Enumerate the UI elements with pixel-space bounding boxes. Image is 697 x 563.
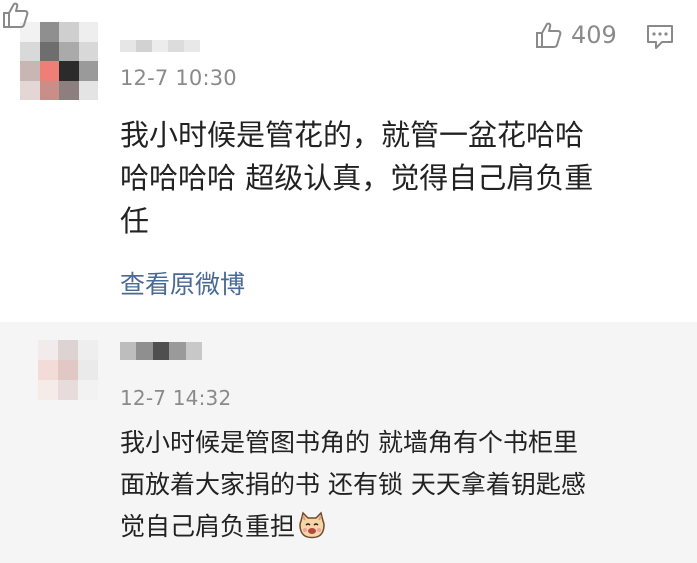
comment-text-line: 我小时候是管花的，就管一盆花哈哈	[120, 118, 585, 152]
comment-text: 我小时候是管花的，就管一盆花哈哈 哈哈哈哈 超级认真，觉得自己肩负重 任	[120, 114, 660, 243]
avatar-mosaic-tile	[38, 340, 58, 360]
username-mosaic-tile	[120, 342, 137, 360]
username-mosaic-tile	[169, 342, 186, 360]
username-mosaic-tile	[120, 40, 136, 52]
thumbs-up-icon	[536, 22, 562, 48]
username-mosaic-tile	[185, 342, 203, 360]
avatar-mosaic-tile	[39, 80, 59, 100]
username-redacted[interactable]	[120, 40, 200, 52]
username-mosaic-tile	[136, 342, 153, 360]
comment-text: 我小时候是管图书角的 就墙角有个书柜里 面放着大家捐的书 还有锁 天天拿着钥匙感…	[120, 422, 660, 548]
avatar-mosaic-tile	[78, 61, 98, 81]
avatar-mosaic-tile	[78, 41, 98, 61]
username-mosaic-tile	[168, 40, 184, 52]
avatar-mosaic-tile	[78, 380, 98, 400]
avatar-mosaic-tile	[59, 41, 79, 61]
avatar-mosaic-tile	[20, 61, 40, 81]
comment-text-line: 面放着大家捐的书 还有锁 天天拿着钥匙感	[120, 470, 586, 499]
like-button[interactable]: 409	[533, 20, 617, 50]
comment-time: 12-7 10:30	[120, 66, 237, 90]
comment-item: 12-7 14:32 我小时候是管图书角的 就墙角有个书柜里 面放着大家捐的书 …	[0, 322, 697, 563]
avatar-mosaic-tile	[38, 360, 58, 380]
comment-text-line: 我小时候是管图书角的 就墙角有个书柜里	[120, 428, 578, 457]
avatar-mosaic-tile	[20, 80, 40, 100]
avatar-mosaic-tile	[59, 22, 79, 42]
comment-text-line: 任	[120, 204, 150, 238]
avatar-mosaic-tile	[58, 380, 78, 400]
view-original-weibo-link[interactable]: 查看原微博	[120, 265, 245, 301]
avatar-mosaic-tile	[39, 22, 59, 42]
like-count: 409	[571, 21, 617, 49]
avatar-mosaic-tile	[58, 360, 78, 380]
avatar-mosaic-tile	[39, 61, 59, 81]
username-mosaic-tile	[152, 342, 170, 360]
avatar-mosaic-tile	[78, 22, 98, 42]
avatar-mosaic-tile	[38, 380, 58, 400]
avatar-mosaic-tile	[78, 340, 98, 360]
username-mosaic-tile	[152, 40, 168, 52]
avatar-mosaic-tile	[39, 41, 59, 61]
comment-text-line: 觉自己肩负重担	[120, 506, 660, 548]
comment-text-line: 哈哈哈哈 超级认真，觉得自己肩负重	[120, 161, 594, 195]
avatar[interactable]	[20, 22, 98, 100]
username-mosaic-tile	[136, 40, 152, 52]
avatar-mosaic-tile	[59, 80, 79, 100]
cat-emoji-icon	[299, 511, 325, 539]
thumbs-up-icon	[3, 2, 29, 28]
avatar-mosaic-tile	[78, 80, 98, 100]
username-redacted[interactable]	[120, 342, 203, 360]
avatar-mosaic-tile	[58, 340, 78, 360]
avatar-mosaic-tile	[20, 41, 40, 61]
username-mosaic-tile	[184, 40, 200, 52]
comment-time: 12-7 14:32	[120, 386, 232, 410]
like-button[interactable]	[0, 0, 30, 30]
avatar-mosaic-tile	[59, 61, 79, 81]
avatar-mosaic-tile	[78, 360, 98, 380]
comment-item: 12-7 10:30 409 我小时候是管花的，就管一盆花哈哈 哈哈哈哈 超级认…	[0, 0, 697, 322]
avatar[interactable]	[38, 340, 98, 400]
comment-reply-icon[interactable]	[646, 24, 674, 50]
